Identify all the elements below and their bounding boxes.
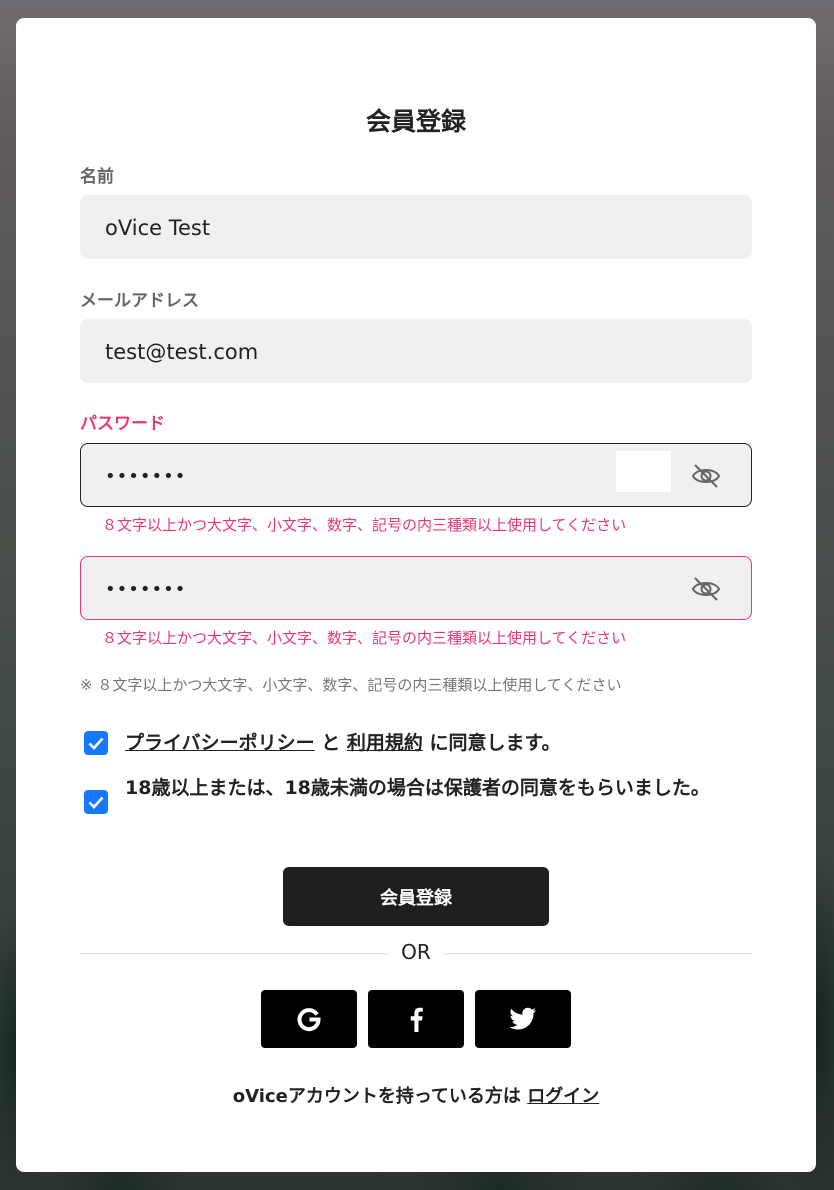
login-link[interactable]: ログイン [527, 1086, 599, 1107]
terms-link[interactable]: 利用規約 [347, 732, 423, 754]
page-title: 会員登録 [365, 107, 466, 136]
age-agreement-row: 18歳以上または、18歳未満の場合は保護者の同意をもらいました。 [84, 772, 743, 814]
google-icon [297, 1008, 321, 1032]
password-field-container [80, 443, 752, 508]
agree-suffix-text: に同意します。 [422, 732, 561, 754]
signup-button[interactable]: 会員登録 [283, 867, 549, 926]
password-requirement-note: ※ ８文字以上かつ大文字、小文字、数字、記号の内三種類以上使用してください [80, 676, 622, 694]
google-login-button[interactable] [261, 990, 357, 1048]
facebook-login-button[interactable] [368, 990, 464, 1048]
privacy-agreement-row: プライバシーポリシー と 利用規約 に同意します。 [84, 727, 561, 759]
eye-slash-icon[interactable] [691, 462, 721, 490]
checkmark-icon [88, 796, 104, 809]
eye-slash-icon[interactable] [691, 575, 721, 603]
email-input[interactable] [103, 320, 607, 384]
age-checkbox[interactable] [84, 790, 108, 814]
password-confirm-error: ８文字以上かつ大文字、小文字、数字、記号の内三種類以上使用してください [102, 629, 627, 647]
divider-right [444, 953, 752, 954]
privacy-policy-link[interactable]: プライバシーポリシー [125, 732, 315, 754]
name-label: 名前 [80, 167, 114, 187]
password-input[interactable] [103, 444, 607, 508]
login-prompt-text: oViceアカウントを持っている方は [232, 1086, 528, 1107]
checkmark-icon [88, 737, 104, 750]
name-input[interactable] [103, 196, 607, 260]
password-manager-overlay [616, 451, 671, 492]
twitter-icon [509, 1007, 536, 1030]
email-field-container [80, 319, 752, 384]
facebook-icon [410, 1007, 423, 1032]
twitter-login-button[interactable] [475, 990, 571, 1048]
name-field-container [80, 195, 752, 260]
email-label: メールアドレス [80, 291, 199, 311]
privacy-agreement-text: プライバシーポリシー と 利用規約 に同意します。 [125, 727, 561, 759]
login-prompt: oViceアカウントを持っている方は ログイン [16, 1082, 816, 1108]
password-error: ８文字以上かつ大文字、小文字、数字、記号の内三種類以上使用してください [102, 516, 627, 534]
and-text: と [314, 732, 347, 754]
age-agreement-text: 18歳以上または、18歳未満の場合は保護者の同意をもらいました。 [125, 777, 710, 799]
privacy-checkbox[interactable] [84, 731, 108, 755]
password-confirm-input[interactable] [103, 557, 607, 621]
password-confirm-field-container [80, 556, 752, 621]
password-label: パスワード [80, 414, 165, 434]
or-divider-label: OR [401, 940, 431, 964]
signup-card: 会員登録 名前 メールアドレス パスワード ８文字以上かつ大文字、小文字、数字、… [16, 18, 816, 1172]
